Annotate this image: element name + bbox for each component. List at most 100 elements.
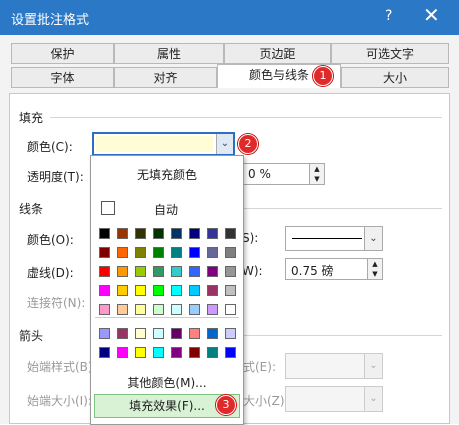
more-colors-option[interactable]: 其他颜色(M)... (91, 374, 243, 391)
close-button[interactable]: ✕ (423, 3, 440, 27)
step-badge-1: 1 (313, 66, 333, 86)
color-swatch[interactable] (225, 228, 236, 239)
chevron-down-icon[interactable]: ⌄ (364, 354, 382, 378)
color-swatch[interactable] (171, 228, 182, 239)
fill-color-dropdown[interactable]: ⌄ (92, 132, 235, 156)
color-swatch[interactable] (117, 304, 128, 315)
color-swatch[interactable] (207, 247, 218, 258)
tab-protect[interactable]: 保护 (11, 43, 114, 64)
color-swatch[interactable] (189, 347, 200, 358)
color-swatch[interactable] (117, 285, 128, 296)
color-swatch[interactable] (153, 347, 164, 358)
line-style-preview (292, 238, 362, 239)
no-fill-option[interactable]: 无填充颜色 (91, 166, 243, 183)
tab-margins[interactable]: 页边距 (224, 43, 331, 64)
color-swatch[interactable] (207, 304, 218, 315)
color-swatch[interactable] (99, 285, 110, 296)
title-bar: 设置批注格式 ? ✕ (0, 0, 459, 35)
line-weight-spinner[interactable]: 0.75 磅 ▲ ▼ (285, 258, 383, 280)
color-swatch[interactable] (117, 228, 128, 239)
end-size-label: 大小(Z): (243, 394, 289, 408)
color-swatch[interactable] (225, 304, 236, 315)
color-swatch[interactable] (135, 247, 146, 258)
color-swatch[interactable] (153, 285, 164, 296)
spin-down-icon[interactable]: ▼ (367, 269, 382, 279)
color-swatch[interactable] (225, 347, 236, 358)
begin-style-label: 始端样式(B) (27, 360, 93, 374)
color-swatch[interactable] (99, 228, 110, 239)
color-swatch[interactable] (99, 247, 110, 258)
color-swatch[interactable] (189, 266, 200, 277)
auto-color-swatch[interactable] (101, 201, 115, 215)
color-swatch[interactable] (135, 347, 146, 358)
color-swatch[interactable] (207, 285, 218, 296)
chevron-down-icon[interactable]: ⌄ (364, 387, 382, 411)
color-swatch[interactable] (171, 328, 182, 339)
color-swatch[interactable] (189, 228, 200, 239)
color-swatch[interactable] (99, 266, 110, 277)
color-swatch[interactable] (117, 347, 128, 358)
color-swatch[interactable] (171, 266, 182, 277)
tab-alt-text[interactable]: 可选文字 (331, 43, 449, 64)
color-swatch[interactable] (225, 328, 236, 339)
line-weight-value: 0.75 磅 (291, 264, 334, 278)
arrows-section-title: 箭头 (19, 329, 44, 343)
window-title: 设置批注格式 (11, 13, 90, 28)
line-color-label: 颜色(O): (27, 233, 74, 247)
fill-divider (50, 117, 442, 118)
transparency-label: 透明度(T): (27, 170, 84, 184)
color-swatch[interactable] (171, 347, 182, 358)
tab-font[interactable]: 字体 (11, 67, 114, 88)
color-swatch[interactable] (117, 247, 128, 258)
color-swatch[interactable] (135, 328, 146, 339)
begin-size-label: 始端大小(I): (27, 394, 92, 408)
color-swatch[interactable] (99, 304, 110, 315)
color-swatch[interactable] (117, 328, 128, 339)
color-swatch[interactable] (207, 328, 218, 339)
end-size-dropdown[interactable]: ⌄ (285, 386, 383, 412)
spin-up-icon[interactable]: ▲ (309, 164, 324, 174)
transparency-spinner[interactable]: 0 % ▲ ▼ (242, 163, 325, 185)
color-swatch[interactable] (225, 266, 236, 277)
color-swatch[interactable] (135, 285, 146, 296)
color-swatch[interactable] (135, 266, 146, 277)
color-swatch[interactable] (171, 304, 182, 315)
tab-alignment[interactable]: 对齐 (114, 67, 217, 88)
tab-colors-and-lines-label: 颜色与线条 (248, 68, 309, 82)
color-swatch[interactable] (153, 328, 164, 339)
line-style-dropdown[interactable]: ⌄ (285, 226, 383, 251)
color-swatch[interactable] (189, 328, 200, 339)
color-swatch[interactable] (99, 328, 110, 339)
color-swatch[interactable] (189, 247, 200, 258)
color-swatch[interactable] (207, 228, 218, 239)
color-swatch[interactable] (171, 247, 182, 258)
fill-section-title: 填充 (19, 111, 44, 125)
fill-effects-label: 填充效果(F)... (129, 399, 205, 413)
chevron-down-icon[interactable]: ⌄ (216, 134, 233, 154)
color-swatch[interactable] (189, 304, 200, 315)
color-swatch[interactable] (153, 266, 164, 277)
color-swatch[interactable] (189, 285, 200, 296)
color-swatch[interactable] (153, 247, 164, 258)
step-badge-2: 2 (238, 134, 258, 154)
color-swatch[interactable] (117, 266, 128, 277)
color-swatch[interactable] (225, 247, 236, 258)
color-swatch[interactable] (153, 228, 164, 239)
color-swatch[interactable] (207, 347, 218, 358)
tab-size[interactable]: 大小 (341, 67, 449, 88)
color-swatch[interactable] (99, 347, 110, 358)
help-button[interactable]: ? (385, 8, 392, 24)
color-swatch[interactable] (153, 304, 164, 315)
color-swatch[interactable] (171, 285, 182, 296)
color-swatch[interactable] (135, 304, 146, 315)
spin-down-icon[interactable]: ▼ (309, 174, 324, 184)
color-swatch[interactable] (135, 228, 146, 239)
spin-up-icon[interactable]: ▲ (367, 259, 382, 269)
auto-option[interactable]: 自动 (154, 201, 178, 218)
color-swatch[interactable] (207, 266, 218, 277)
color-swatch[interactable] (225, 285, 236, 296)
chevron-down-icon[interactable]: ⌄ (364, 227, 382, 250)
line-style-label: S): (242, 231, 259, 245)
tab-properties[interactable]: 属性 (114, 43, 224, 64)
end-style-dropdown[interactable]: ⌄ (285, 353, 383, 379)
